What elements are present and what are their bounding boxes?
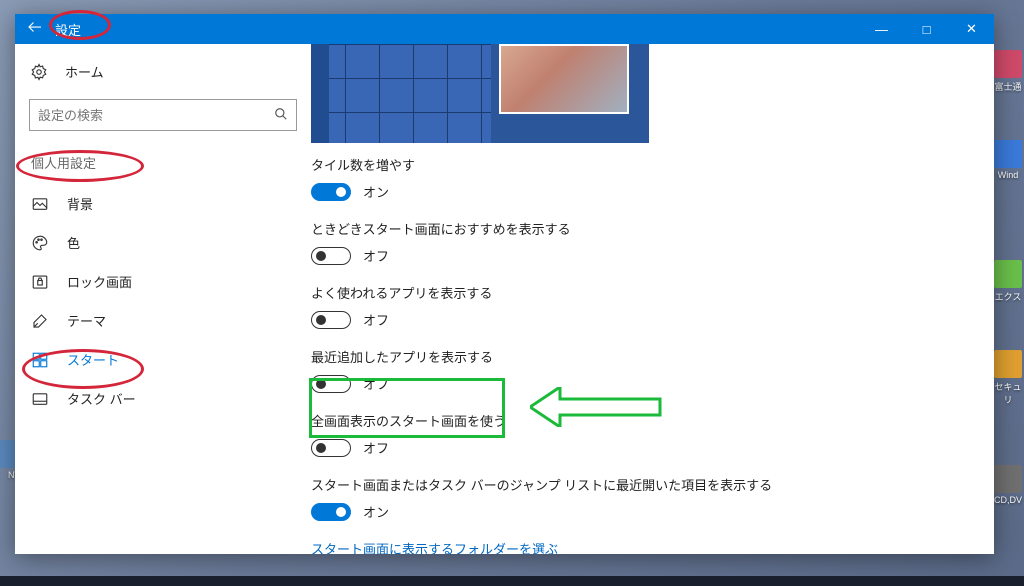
- start-preview: [311, 44, 649, 143]
- maximize-button[interactable]: □: [904, 14, 949, 44]
- sidebar-item-background[interactable]: 背景: [23, 184, 303, 223]
- toggle-state: オフ: [363, 310, 389, 329]
- toggle-recently-added[interactable]: [311, 375, 351, 393]
- sidebar-item-label: ロック画面: [67, 272, 132, 291]
- search-box[interactable]: [29, 99, 297, 131]
- search-icon: [274, 107, 288, 124]
- toggle-jumplist[interactable]: [311, 503, 351, 521]
- sidebar-item-label: 色: [67, 233, 80, 252]
- setting-recently-added: 最近追加したアプリを表示する オフ: [311, 347, 970, 393]
- close-button[interactable]: ✕: [949, 14, 994, 44]
- desktop-icon[interactable]: エクス: [994, 260, 1022, 300]
- setting-label: 最近追加したアプリを表示する: [311, 347, 970, 366]
- sidebar-item-themes[interactable]: テーマ: [23, 301, 303, 340]
- toggle-state: オン: [363, 502, 389, 521]
- window-title: 設定: [55, 20, 81, 39]
- minimize-button[interactable]: —: [859, 14, 904, 44]
- sidebar-item-label: 背景: [67, 194, 93, 213]
- toggle-more-tiles[interactable]: [311, 183, 351, 201]
- start-icon: [31, 351, 49, 369]
- setting-label: 全画面表示のスタート画面を使う: [311, 411, 970, 430]
- toggle-state: オフ: [363, 246, 389, 265]
- home-label: ホーム: [65, 62, 104, 81]
- search-input[interactable]: [38, 108, 274, 123]
- settings-window: 設定 — □ ✕ ホーム 個人用設定: [15, 14, 994, 554]
- setting-more-tiles: タイル数を増やす オン: [311, 155, 970, 201]
- taskbar[interactable]: [0, 576, 1024, 586]
- sidebar-item-label: スタート: [67, 350, 119, 369]
- titlebar[interactable]: 設定 — □ ✕: [15, 14, 994, 44]
- sidebar: ホーム 個人用設定 背景 色 ロッ: [15, 44, 311, 554]
- setting-jumplist: スタート画面またはタスク バーのジャンプ リストに最近開いた項目を表示する オン: [311, 475, 970, 521]
- desktop-icon[interactable]: セキュリ: [994, 350, 1022, 390]
- palette-icon: [31, 234, 49, 252]
- sidebar-item-lockscreen[interactable]: ロック画面: [23, 262, 303, 301]
- setting-suggestions: ときどきスタート画面におすすめを表示する オフ: [311, 219, 970, 265]
- setting-label: ときどきスタート画面におすすめを表示する: [311, 219, 970, 238]
- sidebar-item-start[interactable]: スタート: [23, 340, 303, 379]
- desktop-icon[interactable]: CD,DV: [994, 465, 1022, 505]
- sidebar-item-colors[interactable]: 色: [23, 223, 303, 262]
- choose-folders-link[interactable]: スタート画面に表示するフォルダーを選ぶ: [311, 539, 970, 554]
- sidebar-item-taskbar[interactable]: タスク バー: [23, 379, 303, 418]
- desktop-icon[interactable]: Wind: [994, 140, 1022, 180]
- toggle-state: オフ: [363, 438, 389, 457]
- setting-label: よく使われるアプリを表示する: [311, 283, 970, 302]
- sidebar-category: 個人用設定: [23, 149, 303, 184]
- sidebar-item-label: テーマ: [67, 311, 106, 330]
- gear-icon: [29, 63, 49, 81]
- setting-fullscreen-start: 全画面表示のスタート画面を使う オフ: [311, 411, 970, 457]
- back-button[interactable]: [15, 18, 55, 40]
- theme-icon: [31, 312, 49, 330]
- toggle-most-used[interactable]: [311, 311, 351, 329]
- setting-label: タイル数を増やす: [311, 155, 970, 174]
- sidebar-item-label: タスク バー: [67, 389, 136, 408]
- toggle-state: オン: [363, 182, 389, 201]
- toggle-state: オフ: [363, 374, 389, 393]
- setting-label: スタート画面またはタスク バーのジャンプ リストに最近開いた項目を表示する: [311, 475, 970, 494]
- setting-most-used: よく使われるアプリを表示する オフ: [311, 283, 970, 329]
- desktop-icon[interactable]: 富士通: [994, 50, 1022, 90]
- taskbar-icon: [31, 390, 49, 408]
- toggle-fullscreen-start[interactable]: [311, 439, 351, 457]
- lock-frame-icon: [31, 273, 49, 291]
- picture-icon: [31, 195, 49, 213]
- home-button[interactable]: ホーム: [23, 58, 303, 95]
- toggle-suggestions[interactable]: [311, 247, 351, 265]
- content-area: タイル数を増やす オン ときどきスタート画面におすすめを表示する オフ よく使わ…: [311, 44, 994, 554]
